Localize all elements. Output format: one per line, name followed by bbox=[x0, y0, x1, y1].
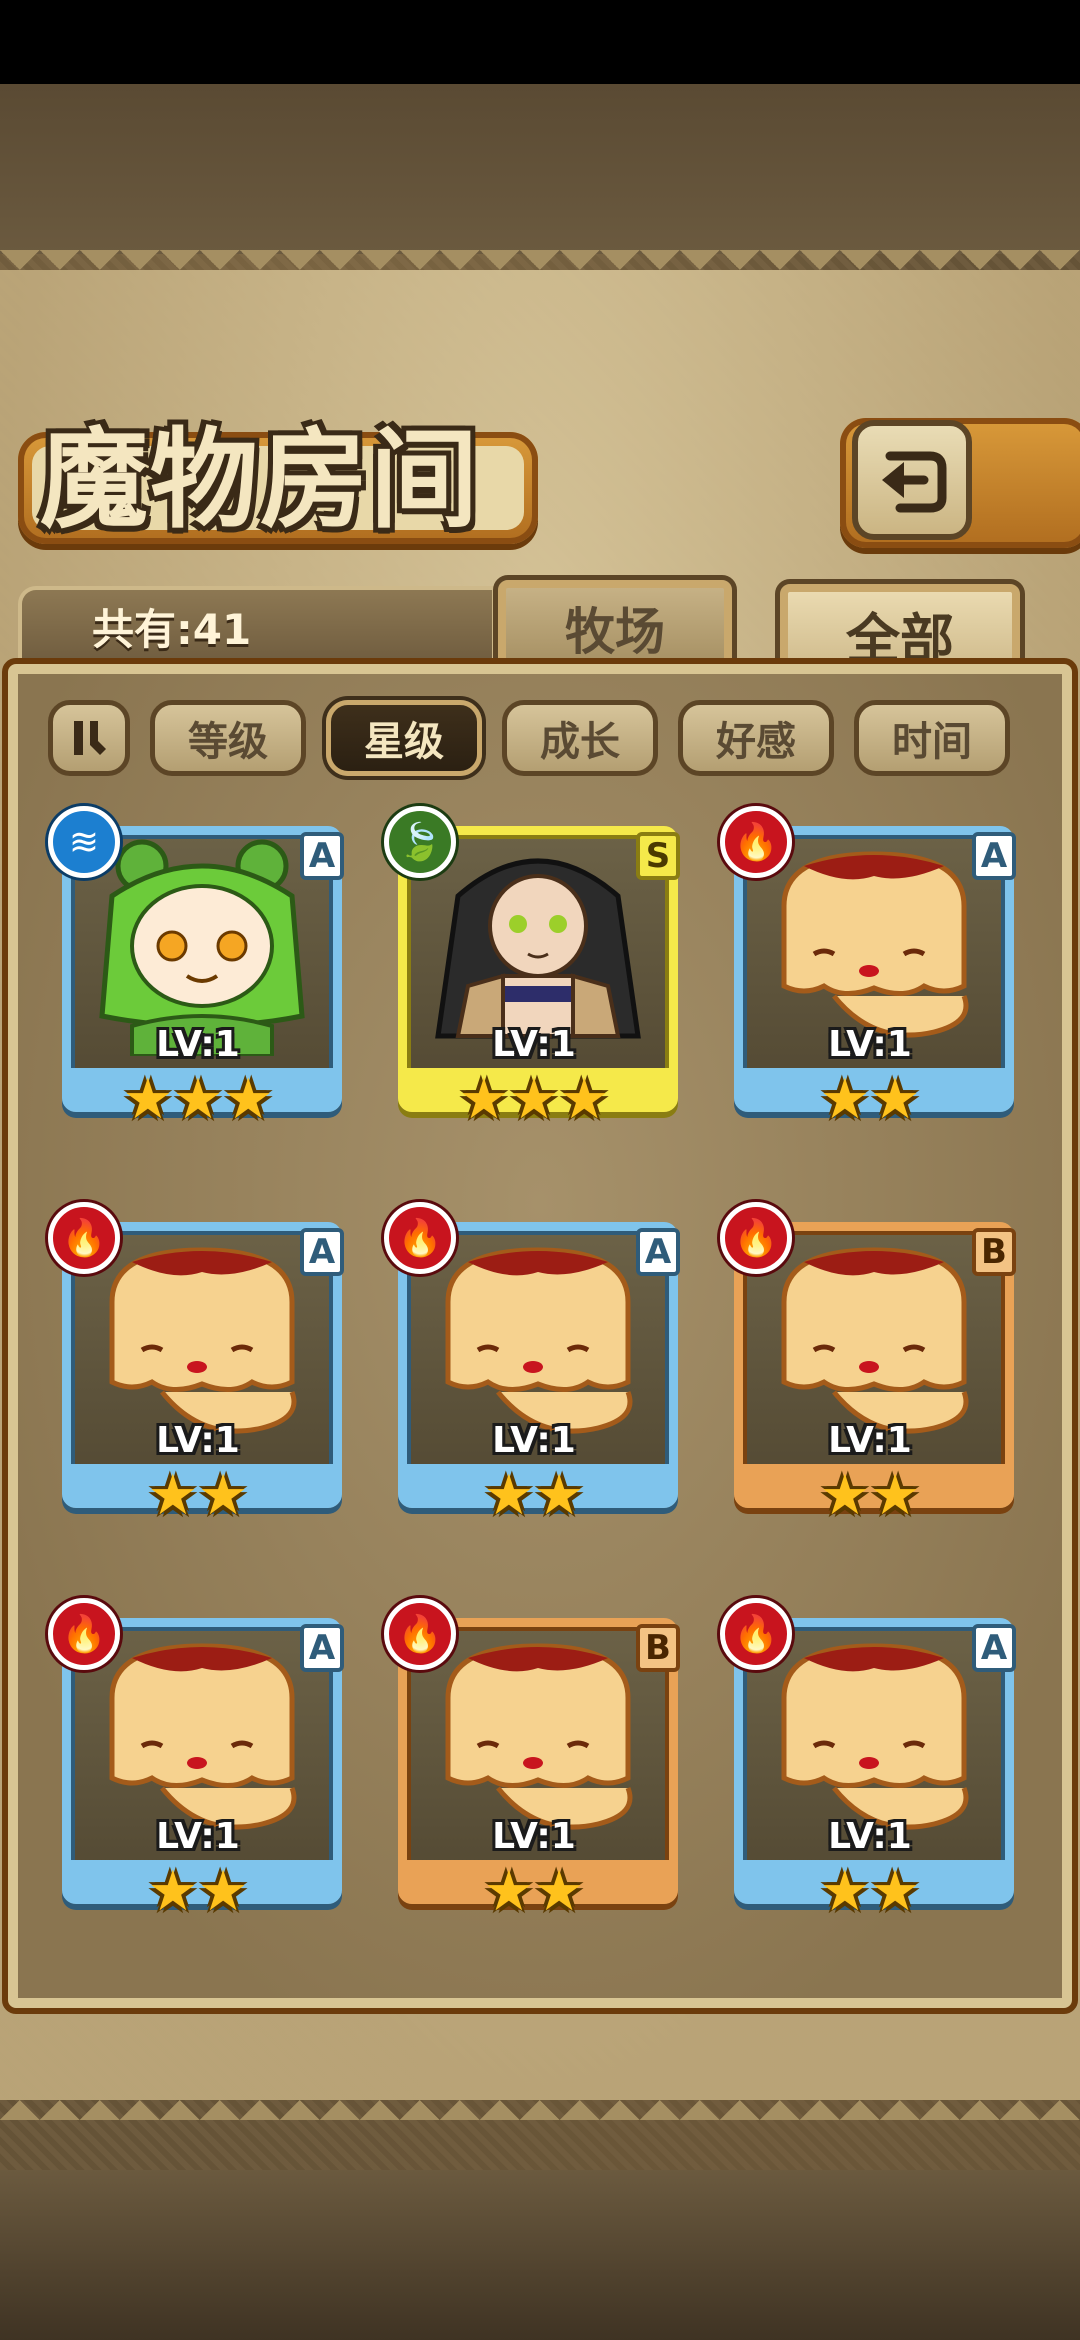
fire-element-icon: 🔥 bbox=[384, 1202, 456, 1274]
monster-card[interactable]: 🔥 A LV:1 ★★ bbox=[720, 806, 1020, 1136]
monster-portrait bbox=[408, 1232, 668, 1452]
monster-level: LV:1 bbox=[828, 1420, 912, 1461]
monster-portrait bbox=[744, 1628, 1004, 1848]
fire-element-icon: 🔥 bbox=[720, 806, 792, 878]
star-rating: ★★ bbox=[147, 1463, 249, 1528]
monster-card[interactable]: 🔥 A LV:1 ★★ bbox=[48, 1202, 348, 1532]
count-bar bbox=[18, 586, 496, 668]
star-rating: ★★★ bbox=[122, 1067, 274, 1132]
filter-level-button[interactable]: 等级 bbox=[150, 700, 306, 776]
map-bottom-band bbox=[0, 2170, 1080, 2340]
monster-level: LV:1 bbox=[492, 1420, 576, 1461]
pudding-portrait bbox=[781, 1643, 969, 1830]
pudding-portrait bbox=[781, 1247, 969, 1434]
star-rating: ★★ bbox=[819, 1463, 921, 1528]
star-rating: ★★ bbox=[147, 1859, 249, 1924]
monster-card[interactable]: ≋ A LV:1 ★★★ bbox=[48, 806, 348, 1136]
rank-badge: A bbox=[300, 1228, 344, 1276]
rank-badge: A bbox=[972, 832, 1016, 880]
status-bar bbox=[0, 0, 1080, 84]
rank-badge: A bbox=[636, 1228, 680, 1276]
rank-badge: A bbox=[300, 1624, 344, 1672]
sort-toggle-button[interactable] bbox=[48, 700, 130, 776]
monster-portrait bbox=[72, 1232, 332, 1452]
rank-badge: A bbox=[972, 1624, 1016, 1672]
monster-level: LV:1 bbox=[156, 1024, 240, 1065]
zigzag-border-bottom bbox=[0, 2080, 1080, 2120]
monster-card[interactable]: 🔥 B LV:1 ★★ bbox=[384, 1598, 684, 1928]
star-rating: ★★ bbox=[483, 1463, 585, 1528]
star-rating: ★★ bbox=[483, 1859, 585, 1924]
monster-level: LV:1 bbox=[828, 1816, 912, 1857]
monster-card[interactable]: 🔥 A LV:1 ★★ bbox=[48, 1598, 348, 1928]
monster-portrait bbox=[72, 1628, 332, 1848]
monster-card[interactable]: 🔥 A LV:1 ★★ bbox=[720, 1598, 1020, 1928]
pudding-portrait bbox=[445, 1247, 633, 1434]
monster-portrait bbox=[408, 1628, 668, 1848]
star-rating: ★★ bbox=[819, 1859, 921, 1924]
back-arrow-icon bbox=[882, 451, 947, 513]
fire-element-icon: 🔥 bbox=[720, 1202, 792, 1274]
rank-badge: B bbox=[636, 1624, 680, 1672]
monster-count: 共有:41 bbox=[92, 605, 252, 654]
monster-level: LV:1 bbox=[156, 1420, 240, 1461]
tab-ranch[interactable]: 牧场 bbox=[493, 575, 737, 681]
monster-card[interactable]: 🍃 S LV:1 ★★★ bbox=[384, 806, 684, 1136]
frog-girl-portrait bbox=[99, 839, 305, 1058]
monster-portrait bbox=[744, 836, 1004, 1056]
monster-level: LV:1 bbox=[156, 1816, 240, 1857]
pudding-portrait bbox=[781, 851, 969, 1038]
monster-card[interactable]: 🔥 B LV:1 ★★ bbox=[720, 1202, 1020, 1532]
fire-element-icon: 🔥 bbox=[720, 1598, 792, 1670]
star-rating: ★★ bbox=[819, 1067, 921, 1132]
page-title: 魔物房间 bbox=[40, 417, 481, 543]
rank-badge: B bbox=[972, 1228, 1016, 1276]
filter-star-button[interactable]: 星级 bbox=[326, 700, 482, 776]
dark-hair-girl-portrait bbox=[435, 858, 641, 1039]
zigzag-border-top bbox=[0, 250, 1080, 290]
water-element-icon: ≋ bbox=[48, 806, 120, 878]
filter-affection-button[interactable]: 好感 bbox=[678, 700, 834, 776]
fire-element-icon: 🔥 bbox=[48, 1598, 120, 1670]
filter-growth-button[interactable]: 成长 bbox=[502, 700, 658, 776]
back-button[interactable] bbox=[852, 420, 972, 540]
rank-badge: A bbox=[300, 832, 344, 880]
rank-badge: S bbox=[636, 832, 680, 880]
filter-time-button[interactable]: 时间 bbox=[854, 700, 1010, 776]
pudding-portrait bbox=[109, 1643, 297, 1830]
wood-element-icon: 🍃 bbox=[384, 806, 456, 878]
monster-level: LV:1 bbox=[492, 1816, 576, 1857]
monster-portrait bbox=[72, 836, 332, 1058]
fire-element-icon: 🔥 bbox=[48, 1202, 120, 1274]
monster-portrait bbox=[408, 836, 668, 1056]
monster-portrait bbox=[744, 1232, 1004, 1452]
monster-level: LV:1 bbox=[492, 1024, 576, 1065]
pudding-portrait bbox=[445, 1643, 633, 1830]
pudding-portrait bbox=[109, 1247, 297, 1434]
monster-card[interactable]: 🔥 A LV:1 ★★ bbox=[384, 1202, 684, 1532]
star-rating: ★★★ bbox=[458, 1067, 610, 1132]
sort-toggle-icon bbox=[74, 721, 106, 755]
fire-element-icon: 🔥 bbox=[384, 1598, 456, 1670]
map-top-band bbox=[0, 84, 1080, 254]
monster-level: LV:1 bbox=[828, 1024, 912, 1065]
